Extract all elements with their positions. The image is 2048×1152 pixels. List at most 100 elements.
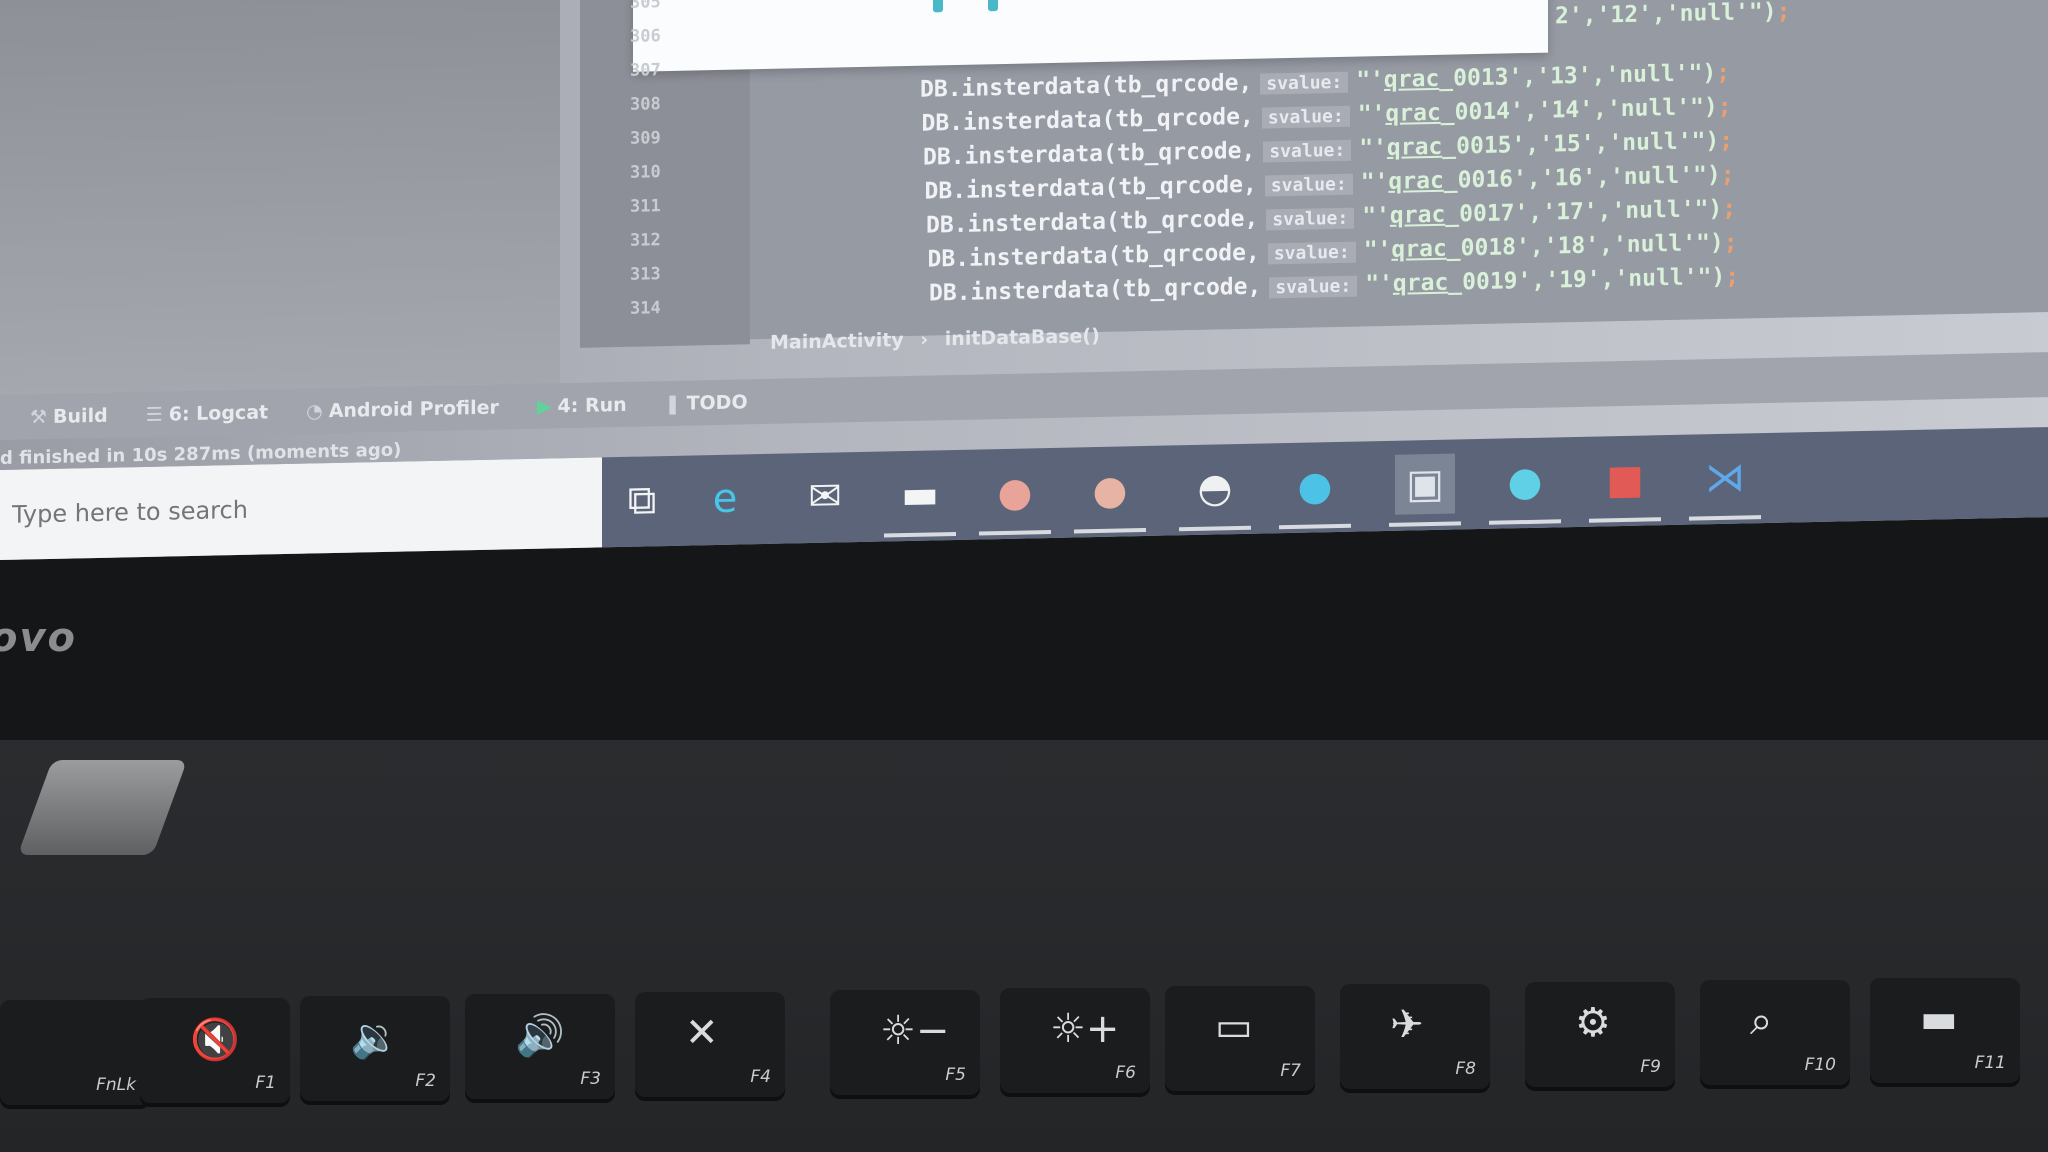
edge-icon: e [712, 475, 738, 523]
key-glyph-icon: ☼+ [1050, 1006, 1120, 1052]
taskbar-app-edge[interactable]: e [695, 468, 755, 529]
taskbar-app-task-view[interactable]: ⧉ [612, 470, 672, 531]
mail-icon: ✉ [808, 473, 842, 521]
parameter-hint: svalue: [1264, 173, 1353, 197]
key-label: F6 [1115, 1063, 1136, 1083]
brand-logo: ovo [0, 615, 78, 661]
photos-icon: ■ [1606, 456, 1644, 504]
line-number: 307 [630, 60, 661, 81]
project-pane [0, 0, 560, 400]
tool-window-label: TODO [686, 390, 748, 415]
semicolon: ; [1717, 93, 1732, 121]
running-indicator [1489, 519, 1561, 525]
key-f8[interactable]: ✈ F8 [1340, 984, 1490, 1089]
breadcrumb-method[interactable]: initDataBase() [945, 325, 1100, 350]
key-label: F9 [1640, 1057, 1661, 1077]
running-indicator [1179, 525, 1251, 532]
parameter-hint: svalue: [1267, 241, 1356, 265]
semicolon: ; [1722, 195, 1737, 222]
running-indicator [1589, 517, 1661, 523]
key-f11[interactable]: ▬ F11 [1870, 978, 2020, 1083]
loading-dot [988, 0, 998, 12]
vscode-icon: ⋊ [1705, 454, 1745, 502]
tool-window--run[interactable]: ▶ 4: Run [537, 393, 627, 417]
taskbar-app-file-explorer[interactable]: ▬ [884, 464, 956, 538]
taskbar-app-android-studio[interactable]: ▣ [1389, 453, 1461, 527]
line-number: 309 [630, 128, 661, 149]
key-label: F3 [580, 1069, 601, 1089]
chrome-profile-icon: ● [1092, 467, 1128, 515]
parameter-hint: svalue: [1260, 71, 1349, 95]
string-code: qrac [1385, 99, 1441, 127]
line-number: 311 [630, 196, 661, 217]
tool-window-label: 4: Run [557, 393, 627, 417]
semicolon: ; [1720, 161, 1735, 188]
key-label: F8 [1455, 1059, 1476, 1079]
string-code: qrac [1388, 167, 1444, 195]
key-f1[interactable]: 🔇 F1 [140, 998, 290, 1103]
string-code: qrac [1391, 235, 1447, 263]
taskbar-app-browser[interactable]: ● [1279, 456, 1351, 530]
profiler-icon: ◔ [306, 399, 323, 423]
key-glyph-icon: ⚙ [1575, 1000, 1611, 1046]
taskbar-search-input[interactable] [0, 457, 602, 560]
key-f9[interactable]: ⚙ F9 [1525, 982, 1675, 1087]
string-code: qrac [1392, 269, 1449, 297]
skype-icon: ● [1507, 458, 1543, 506]
key-glyph-icon: 🔊 [515, 1013, 565, 1059]
key-glyph-icon: 🔉 [350, 1015, 400, 1061]
app-icon: ◓ [1197, 465, 1233, 512]
key-f7[interactable]: ▭ F7 [1165, 986, 1315, 1091]
key-label: F2 [415, 1071, 436, 1091]
tool-window-label: Android Profiler [328, 396, 499, 422]
taskbar-app-photos[interactable]: ■ [1589, 449, 1661, 523]
string-code: qrac [1389, 201, 1446, 229]
tool-window-label: 6: Logcat [168, 400, 269, 425]
running-indicator [1389, 521, 1461, 527]
key-label: F4 [750, 1067, 771, 1087]
todo-icon: ❚ [664, 392, 681, 415]
taskbar-app-vscode[interactable]: ⋊ [1689, 447, 1761, 521]
chrome-icon: ● [997, 469, 1033, 517]
taskbar-app-skype[interactable]: ● [1489, 451, 1561, 525]
key-f3[interactable]: 🔊 F3 [465, 994, 615, 1099]
key-fnlk[interactable]: FnLk [0, 1000, 150, 1105]
taskbar-app-mail[interactable]: ✉ [795, 466, 855, 527]
string-quote: "' [1363, 236, 1392, 264]
string-code: qrac [1383, 65, 1440, 94]
key-glyph-icon: ⌕ [1750, 998, 1773, 1044]
string-quote: "' [1362, 202, 1390, 230]
code-line-partial: 2','12','null'"); [1555, 0, 1790, 29]
semicolon: ; [1716, 59, 1731, 87]
key-f4[interactable]: ✕ F4 [635, 992, 785, 1097]
line-number: 313 [630, 264, 661, 285]
taskbar-app-chrome[interactable]: ● [979, 462, 1051, 536]
key-label: F11 [1974, 1053, 2006, 1073]
breadcrumb-class[interactable]: MainActivity [770, 329, 904, 354]
string-quote: "' [1357, 100, 1386, 128]
line-number: 312 [630, 230, 661, 251]
key-glyph-icon: ✈ [1390, 1002, 1424, 1048]
tool-window--logcat[interactable]: ☰ 6: Logcat [146, 401, 268, 426]
semicolon: ; [1776, 0, 1791, 25]
loading-dot [933, 0, 943, 13]
taskbar-app-app[interactable]: ◓ [1179, 458, 1251, 532]
key-f5[interactable]: ☼− F5 [830, 990, 980, 1095]
key-f6[interactable]: ☼+ F6 [1000, 988, 1150, 1093]
semicolon: ; [1725, 263, 1740, 290]
semicolon: ; [1719, 127, 1734, 154]
logcat-icon: ☰ [145, 403, 163, 426]
key-f2[interactable]: 🔉 F2 [300, 996, 450, 1101]
taskbar-app-chrome-profile[interactable]: ● [1074, 460, 1146, 534]
string-quote: "' [1356, 67, 1384, 94]
string-quote: "' [1359, 134, 1387, 162]
running-indicator [1074, 527, 1146, 534]
line-number: 314 [630, 298, 661, 319]
tool-window-android-profiler[interactable]: ◔ Android Profiler [306, 396, 499, 422]
key-f10[interactable]: ⌕ F10 [1700, 980, 1850, 1085]
parameter-hint: svalue: [1263, 139, 1352, 163]
tool-window-todo[interactable]: ❚ TODO [665, 391, 748, 415]
laptop-screen: MainActivity › initDataBase() ⚒ Build ☰ 6: … [0, 0, 2048, 560]
tool-window-build[interactable]: ⚒ Build [30, 404, 108, 428]
running-indicator [1279, 523, 1351, 530]
